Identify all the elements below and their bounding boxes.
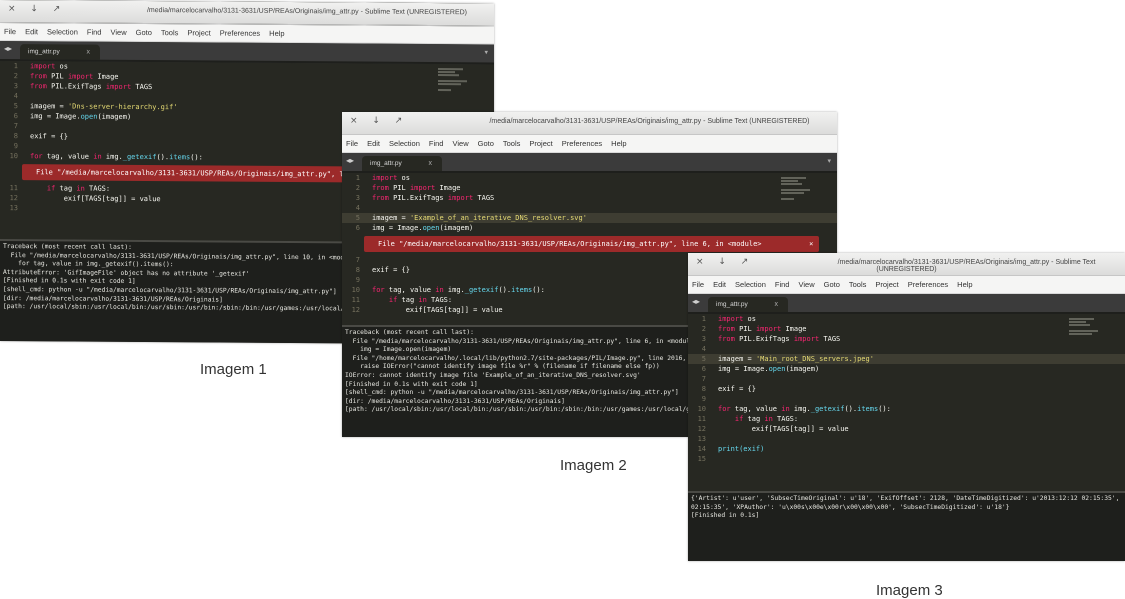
code-line: 10 for tag, value in img._getexif().items… xyxy=(697,405,891,413)
menu-goto[interactable]: Goto xyxy=(824,280,840,289)
caption-imagem-1: Imagem 1 xyxy=(200,361,267,378)
menu-help[interactable]: Help xyxy=(957,280,972,289)
tab-menu-icon[interactable]: ▾ xyxy=(827,157,831,165)
code-line: 2 from PIL import Image xyxy=(701,325,807,333)
menu-find[interactable]: Find xyxy=(429,139,444,148)
title-bar: × ↓ ↗ /media/marcelocarvalho/3131-3631/U… xyxy=(342,112,837,135)
code-line: 4 xyxy=(701,345,706,353)
code-line: 8 exif = {} xyxy=(701,385,756,393)
window-title: /media/marcelocarvalho/3131-3631/USP/REA… xyxy=(146,7,468,17)
menu-project[interactable]: Project xyxy=(187,28,210,37)
window-title: /media/marcelocarvalho/3131-3631/USP/REA… xyxy=(489,118,810,125)
close-error-icon[interactable]: × xyxy=(809,236,813,252)
output-line: 02:15:35', 'XPAuthor': 'u\x00s\x00e\x00r… xyxy=(691,503,1010,511)
menu-bar: File Edit Selection Find View Goto Tools… xyxy=(342,135,837,153)
menu-view[interactable]: View xyxy=(452,139,468,148)
menu-help[interactable]: Help xyxy=(611,139,626,148)
tab-img-attr[interactable]: img_attr.py x xyxy=(708,297,788,312)
code-line: 14 print(exif) xyxy=(697,445,765,453)
code-line-current: 5 imagem = 'Main_root_DNS_servers.jpeg' xyxy=(688,354,1125,364)
caption-imagem-2: Imagem 2 xyxy=(560,457,627,474)
code-line: 11 if tag in TAGS: xyxy=(697,415,799,423)
menu-selection[interactable]: Selection xyxy=(735,280,766,289)
tab-bar: ◂▸ img_attr.py x xyxy=(688,294,1125,314)
tab-label: img_attr.py xyxy=(716,301,748,308)
code-line: 7 xyxy=(701,375,706,383)
tab-close-icon[interactable]: x xyxy=(429,156,433,171)
menu-edit[interactable]: Edit xyxy=(713,280,726,289)
tab-img-attr[interactable]: img_attr.py x xyxy=(362,156,442,171)
title-bar: × ↓ ↗ /media/marcelocarvalho/3131-3631/U… xyxy=(0,0,494,27)
tab-nav-arrows-icon[interactable]: ◂▸ xyxy=(4,44,12,53)
window-title: /media/marcelocarvalho/3131-3631/USP/REA… xyxy=(837,259,1096,273)
menu-bar: File Edit Selection Find View Goto Tools… xyxy=(688,276,1125,294)
error-message: File "/media/marcelocarvalho/3131-3631/U… xyxy=(378,240,762,248)
code-line: 6 img = Image.open(imagem) xyxy=(701,365,820,373)
code-line: 12 exif[TAGS[tag]] = value xyxy=(697,425,849,433)
menu-tools[interactable]: Tools xyxy=(503,139,521,148)
caption-imagem-3: Imagem 3 xyxy=(876,582,943,599)
build-output-panel: {'Artist': u'user', 'SubsecTimeOriginal'… xyxy=(688,491,1125,561)
menu-tools[interactable]: Tools xyxy=(161,28,179,37)
menu-selection[interactable]: Selection xyxy=(47,27,78,36)
menu-help[interactable]: Help xyxy=(269,29,284,38)
tab-menu-icon[interactable]: ▾ xyxy=(484,48,488,56)
menu-file[interactable]: File xyxy=(346,139,358,148)
sublime-window-3: × ↓ ↗ /media/marcelocarvalho/3131-3631/U… xyxy=(688,253,1125,561)
menu-preferences[interactable]: Preferences xyxy=(908,280,948,289)
tab-label: img_attr.py xyxy=(28,48,60,56)
menu-view[interactable]: View xyxy=(110,28,126,37)
menu-view[interactable]: View xyxy=(798,280,814,289)
code-line: 1 import os xyxy=(701,315,756,323)
code-line: 9 xyxy=(701,395,706,403)
code-line: 15 xyxy=(697,455,706,463)
menu-edit[interactable]: Edit xyxy=(25,27,38,36)
title-bar: × ↓ ↗ /media/marcelocarvalho/3131-3631/U… xyxy=(688,253,1125,276)
tab-img-attr[interactable]: img_attr.py x xyxy=(20,44,100,60)
code-line-current: 5 imagem = 'Example_of_an_iterative_DNS_r… xyxy=(342,213,837,223)
code-line: 1 import os xyxy=(355,174,410,182)
menu-goto[interactable]: Goto xyxy=(478,139,494,148)
tab-label: img_attr.py xyxy=(370,160,402,167)
menu-tools[interactable]: Tools xyxy=(849,280,867,289)
code-line: 2 from PIL import Image xyxy=(355,184,461,192)
menu-find[interactable]: Find xyxy=(775,280,790,289)
menu-preferences[interactable]: Preferences xyxy=(220,29,260,38)
tab-nav-arrows-icon[interactable]: ◂▸ xyxy=(692,297,700,306)
code-line: 6 img = Image.open(imagem) xyxy=(355,224,474,232)
menu-file[interactable]: File xyxy=(4,27,16,36)
menu-selection[interactable]: Selection xyxy=(389,139,420,148)
tab-nav-arrows-icon[interactable]: ◂▸ xyxy=(346,156,354,165)
output-line: [Finished in 0.1s] xyxy=(691,512,760,520)
menu-project[interactable]: Project xyxy=(875,280,898,289)
menu-find[interactable]: Find xyxy=(87,28,102,37)
output-line: {'Artist': u'user', 'SubsecTimeOriginal'… xyxy=(691,495,1120,502)
code-line: 13 xyxy=(697,435,706,443)
tab-close-icon[interactable]: x xyxy=(775,297,779,312)
code-editor[interactable]: 1 import os 2 from PIL import Image 3 from … xyxy=(688,314,1125,464)
tab-bar: ◂▸ img_attr.py x ▾ xyxy=(342,153,837,173)
menu-project[interactable]: Project xyxy=(529,139,552,148)
error-phantom: File "/media/marcelocarvalho/3131-3631/U… xyxy=(364,236,820,252)
code-line: 4 xyxy=(355,204,360,212)
tab-close-icon[interactable]: x xyxy=(87,45,91,60)
code-line: 3 from PIL.ExifTags import TAGS xyxy=(701,335,841,343)
menu-file[interactable]: File xyxy=(692,280,704,289)
menu-goto[interactable]: Goto xyxy=(136,28,152,37)
menu-preferences[interactable]: Preferences xyxy=(562,139,602,148)
code-line: 3 from PIL.ExifTags import TAGS xyxy=(355,194,495,202)
menu-edit[interactable]: Edit xyxy=(367,139,380,148)
